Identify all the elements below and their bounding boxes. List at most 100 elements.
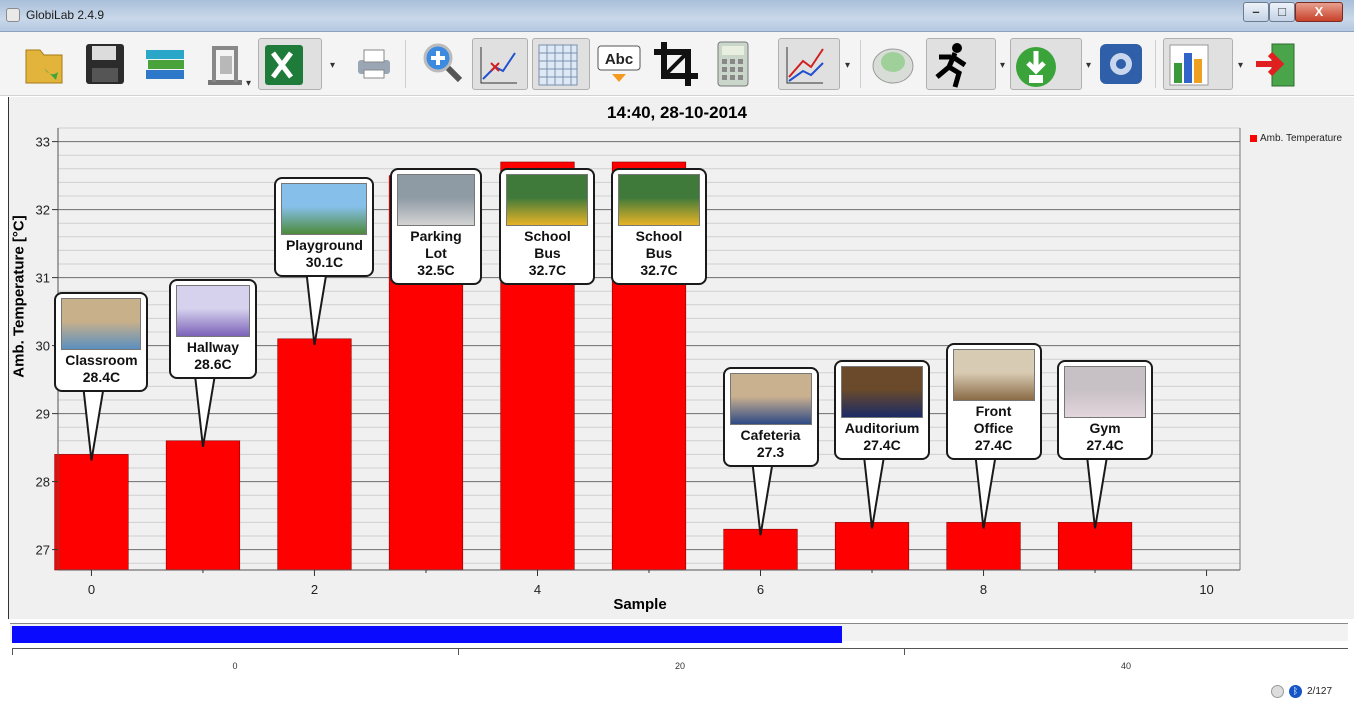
legend-label: Amb. Temperature xyxy=(1260,133,1343,144)
bluetooth-icon[interactable]: ᛒ xyxy=(1289,685,1302,698)
overview-axis xyxy=(12,648,1348,649)
y-tick-label: 28 xyxy=(36,475,50,490)
text-label-glyph: Abc xyxy=(605,51,633,68)
download-icon[interactable] xyxy=(1010,38,1082,90)
annotation-photo xyxy=(1064,366,1147,419)
logger-device-icon[interactable] xyxy=(868,38,918,90)
window-titlebar: GlobiLab 2.4.9 – □ X xyxy=(0,0,1354,32)
x-tick-label: 8 xyxy=(980,582,987,597)
toolbar-separator xyxy=(1155,40,1156,88)
exit-icon[interactable] xyxy=(1252,38,1302,90)
annotation-callout[interactable]: School Bus 32.7C xyxy=(499,168,596,285)
annotation-callout[interactable]: Cafeteria 27.3 xyxy=(722,367,819,468)
annotation-label: School xyxy=(635,228,683,244)
save-icon[interactable] xyxy=(80,38,130,90)
annotation-label: Lot xyxy=(425,245,447,261)
annotation-label: 28.6C xyxy=(194,355,232,372)
excel-icon[interactable] xyxy=(258,38,322,90)
annotation-photo xyxy=(281,182,368,235)
open-folder-icon[interactable] xyxy=(20,38,70,90)
bar-chart-icon[interactable] xyxy=(1163,38,1233,90)
overview-tick-label: 40 xyxy=(1120,661,1131,671)
y-axis-label: Amb. Temperature [°C] xyxy=(10,215,28,378)
calculator-icon[interactable] xyxy=(708,38,758,90)
annotation-label: Auditorium xyxy=(844,420,920,437)
annotation-photo xyxy=(175,284,250,337)
bar-chart-dropdown-icon[interactable]: ▾ xyxy=(1238,60,1246,71)
x-tick-label: 2 xyxy=(311,582,318,597)
annotation-label: 32.5C xyxy=(417,262,455,278)
overview-tick-label: 20 xyxy=(674,661,685,671)
printer-icon[interactable] xyxy=(348,38,398,90)
overview-tick xyxy=(12,648,13,655)
toolbar: ▾ ▾ Abc ▾ ▾ ▾ ▾ xyxy=(0,32,1354,96)
annotation-label: Parking xyxy=(410,228,462,244)
bar[interactable] xyxy=(1057,522,1133,571)
crop-icon[interactable] xyxy=(650,38,700,90)
annotation-label: 27.3 xyxy=(756,444,785,461)
annotation-label: 27.4C xyxy=(974,437,1013,454)
annotation-callout[interactable]: Parking Lot 32.5C xyxy=(389,168,482,285)
annotation-photo xyxy=(952,349,1035,402)
annotation-callout[interactable]: Gym 27.4C xyxy=(1057,360,1154,461)
annotation-label: 30.1C xyxy=(305,253,344,270)
window-title: GlobiLab 2.4.9 xyxy=(26,8,105,22)
y-tick-label: 27 xyxy=(36,543,50,558)
annotation-label: 27.4C xyxy=(863,437,901,454)
minimize-button[interactable]: – xyxy=(1243,2,1269,22)
line-graph-icon[interactable] xyxy=(472,38,528,90)
annotation-photo xyxy=(506,174,589,226)
x-tick-label: 10 xyxy=(1199,582,1213,597)
annotation-label: Playground xyxy=(285,236,363,253)
annotation-callout[interactable]: Front Office 27.4C xyxy=(945,343,1042,461)
run-icon[interactable] xyxy=(926,38,996,90)
text-label-icon[interactable]: Abc xyxy=(594,38,644,90)
y-tick-label: 31 xyxy=(36,271,50,286)
annotation-callout[interactable]: Classroom 28.4C xyxy=(54,292,149,393)
y-tick-label: 33 xyxy=(36,135,50,150)
usb-status-icon[interactable] xyxy=(1271,685,1284,698)
download-dropdown-icon[interactable]: ▾ xyxy=(1086,60,1094,71)
annotation-label: Bus xyxy=(645,245,673,261)
bar[interactable] xyxy=(54,454,129,571)
lab-stand-icon[interactable] xyxy=(200,38,250,90)
zoom-in-icon[interactable] xyxy=(418,38,468,90)
annotation-label: Hallway xyxy=(186,338,240,355)
toolbar-separator xyxy=(405,40,406,88)
y-tick-label: 30 xyxy=(36,339,50,354)
line-chart-dropdown-icon[interactable]: ▾ xyxy=(845,60,853,71)
overview-tick-label: 0 xyxy=(232,661,238,671)
bar[interactable] xyxy=(165,440,241,571)
annotation-callout[interactable]: Auditorium 27.4C xyxy=(834,360,931,461)
bar[interactable] xyxy=(834,522,910,571)
bar[interactable] xyxy=(946,522,1021,571)
annotation-callout[interactable]: Hallway 28.6C xyxy=(168,278,257,379)
annotation-callout[interactable]: School Bus 32.7C xyxy=(611,168,707,285)
annotation-callout[interactable]: Playground 30.1C xyxy=(274,176,375,277)
annotation-photo xyxy=(618,174,700,226)
run-dropdown-icon[interactable]: ▾ xyxy=(1000,60,1008,71)
annotation-photo xyxy=(729,373,812,426)
bar[interactable] xyxy=(277,338,352,571)
y-tick-label: 32 xyxy=(36,203,50,218)
grid-icon[interactable] xyxy=(532,38,590,90)
annotation-label: School xyxy=(524,228,571,244)
books-icon[interactable] xyxy=(140,38,190,90)
y-axis-label-wrap: Amb. Temperature [°C] xyxy=(4,215,34,377)
annotation-label: 32.7C xyxy=(640,262,678,278)
overview-progress-fill[interactable] xyxy=(12,626,842,643)
overview-tick xyxy=(904,648,905,655)
maximize-button[interactable]: □ xyxy=(1269,2,1295,22)
toolbar-separator xyxy=(860,40,861,88)
chart-legend[interactable]: Amb. Temperature xyxy=(1250,133,1342,144)
excel-dropdown-icon[interactable]: ▾ xyxy=(330,60,338,71)
lab-stand-dropdown-icon[interactable]: ▾ xyxy=(246,78,254,89)
x-tick-label: 6 xyxy=(757,582,764,597)
close-button[interactable]: X xyxy=(1295,2,1343,22)
line-chart-options-icon[interactable] xyxy=(778,38,840,90)
annotation-label: 27.4C xyxy=(1086,437,1124,454)
settings-icon[interactable] xyxy=(1096,38,1146,90)
annotation-label: Gym xyxy=(1089,420,1121,437)
overview-tick xyxy=(458,648,459,655)
annotation-label: 32.7C xyxy=(528,262,567,278)
